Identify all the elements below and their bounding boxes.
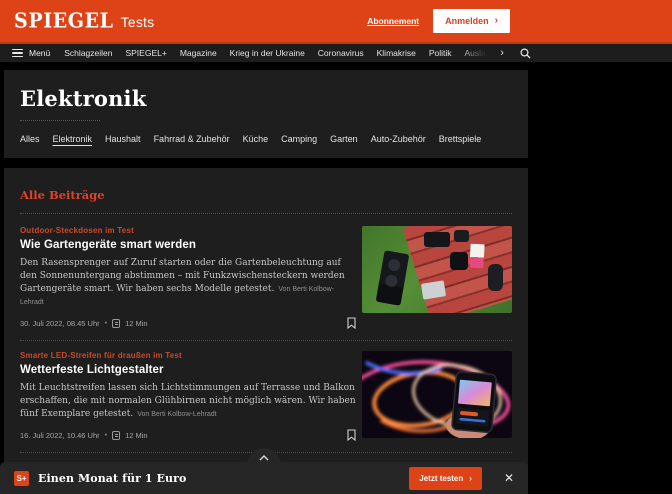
- article-led-streifen[interactable]: Smarte LED-Streifen für draußen im Test …: [20, 351, 512, 441]
- search-icon[interactable]: [520, 48, 531, 59]
- tests-logo-suffix: Tests: [121, 14, 155, 30]
- nav-item-magazine[interactable]: Magazine: [180, 48, 217, 58]
- bookmark-icon[interactable]: [347, 429, 356, 441]
- article-date: 30. Juli 2022, 08.45 Uhr: [20, 319, 100, 328]
- jetzt-testen-button[interactable]: Jetzt testen ›: [409, 467, 482, 490]
- anmelden-button[interactable]: Anmelden ›: [433, 9, 510, 33]
- nav-item-krieg-ukraine[interactable]: Krieg in der Ukraine: [230, 48, 305, 58]
- meta-separator-dot: •: [105, 320, 107, 327]
- anmelden-label: Anmelden: [445, 16, 489, 26]
- spiegel-logo: SPIEGEL: [14, 9, 114, 32]
- article-kicker[interactable]: Smarte LED-Streifen für draußen im Test: [20, 351, 356, 360]
- dotted-divider: [20, 213, 512, 214]
- black-smart-plug: [488, 264, 503, 291]
- nav-item-klimakrise[interactable]: Klimakrise: [377, 48, 416, 58]
- tab-camping[interactable]: Camping: [281, 134, 317, 147]
- tab-haushalt[interactable]: Haushalt: [105, 134, 141, 147]
- article-title[interactable]: Wetterfeste Lichtgestalter: [20, 364, 356, 376]
- tab-alles[interactable]: Alles: [20, 134, 40, 147]
- subscription-banner: S+ Einen Monat für 1 Euro Jetzt testen ›…: [0, 462, 528, 494]
- article-divider: [20, 340, 512, 341]
- hamburger-menu-icon[interactable]: [12, 49, 23, 57]
- meta-separator-dot: •: [105, 432, 107, 439]
- article-meta: 16. Juli 2022, 10.46 Uhr • 12 Min: [20, 429, 356, 441]
- article-kicker[interactable]: Outdoor-Steckdosen im Test: [20, 226, 356, 235]
- tab-elektronik[interactable]: Elektronik: [53, 134, 93, 147]
- black-smart-plug: [450, 252, 468, 270]
- tab-brettspiele[interactable]: Brettspiele: [439, 134, 482, 147]
- cta-label: Jetzt testen: [419, 474, 463, 483]
- reading-time-icon: [112, 431, 120, 440]
- black-device: [454, 230, 469, 242]
- chevron-right-icon: ›: [495, 16, 498, 26]
- spiegel-plus-badge: S+: [14, 471, 29, 486]
- category-tabs: Alles Elektronik Haushalt Fahrrad & Zube…: [20, 134, 512, 147]
- article-text: Outdoor-Steckdosen im Test Wie Gartenger…: [20, 226, 362, 329]
- spiegel-tests-logo[interactable]: SPIEGEL Tests: [14, 10, 154, 32]
- nav-scroll-chevron-icon[interactable]: ›: [500, 48, 504, 59]
- bookmark-icon[interactable]: [347, 317, 356, 329]
- nav-item-spiegel-plus[interactable]: SPIEGEL+: [125, 48, 166, 58]
- nav-items-wrap: Schlagzeilen SPIEGEL+ Magazine Krieg in …: [64, 48, 492, 58]
- chevron-right-icon: ›: [469, 474, 472, 483]
- product-box: [469, 244, 484, 269]
- article-title[interactable]: Wie Gartengeräte smart werden: [20, 239, 356, 251]
- article-meta: 30. Juli 2022, 08.45 Uhr • 12 Min: [20, 317, 356, 329]
- article-teaser: Den Rasensprenger auf Zuruf starten oder…: [20, 257, 356, 309]
- article-image-led-strips[interactable]: [362, 351, 512, 438]
- nav-item-ausland[interactable]: Ausland: [465, 48, 493, 58]
- outdoor-socket-tower: [376, 250, 410, 306]
- nav-item-coronavirus[interactable]: Coronavirus: [318, 48, 364, 58]
- abonnement-link[interactable]: Abonnement: [367, 16, 419, 26]
- close-icon[interactable]: ✕: [504, 472, 514, 484]
- page-title: Elektronik: [20, 86, 512, 111]
- article-author: Von Berti Kolbow-Lehradt: [137, 411, 216, 418]
- tab-auto-zubehoer[interactable]: Auto-Zubehör: [371, 134, 426, 147]
- dotted-divider: [20, 120, 100, 121]
- article-text: Smarte LED-Streifen für draußen im Test …: [20, 351, 362, 441]
- banner-offer-text: Einen Monat für 1 Euro: [38, 472, 187, 485]
- category-header-card: Elektronik Alles Elektronik Haushalt Fah…: [4, 70, 528, 158]
- reading-time: 12 Min: [125, 431, 148, 440]
- menu-label[interactable]: Menü: [29, 48, 50, 58]
- reading-time: 12 Min: [125, 319, 148, 328]
- tab-garten[interactable]: Garten: [330, 134, 358, 147]
- site-header: SPIEGEL Tests Abonnement Anmelden ›: [0, 0, 672, 42]
- nav-item-schlagzeilen[interactable]: Schlagzeilen: [64, 48, 112, 58]
- nav-items: Schlagzeilen SPIEGEL+ Magazine Krieg in …: [64, 48, 492, 58]
- article-image-garden-plugs[interactable]: [362, 226, 512, 313]
- article-list-card: Alle Beiträge Outdoor-Steckdosen im Test…: [4, 168, 528, 494]
- header-actions: Abonnement Anmelden ›: [367, 9, 510, 33]
- nav-item-politik[interactable]: Politik: [429, 48, 452, 58]
- page: SPIEGEL Tests Abonnement Anmelden › Menü…: [0, 0, 672, 494]
- tab-kueche[interactable]: Küche: [243, 134, 269, 147]
- section-title: Alle Beiträge: [20, 188, 512, 202]
- main-nav: Menü Schlagzeilen SPIEGEL+ Magazine Krie…: [0, 42, 672, 62]
- reading-time-icon: [112, 319, 120, 328]
- black-device: [424, 232, 450, 247]
- article-date: 16. Juli 2022, 10.46 Uhr: [20, 431, 100, 440]
- article-teaser: Mit Leuchtstreifen lassen sich Lichtstim…: [20, 382, 356, 421]
- tab-fahrrad-zubehoer[interactable]: Fahrrad & Zubehör: [154, 134, 230, 147]
- article-gartengeraete[interactable]: Outdoor-Steckdosen im Test Wie Gartenger…: [20, 226, 512, 329]
